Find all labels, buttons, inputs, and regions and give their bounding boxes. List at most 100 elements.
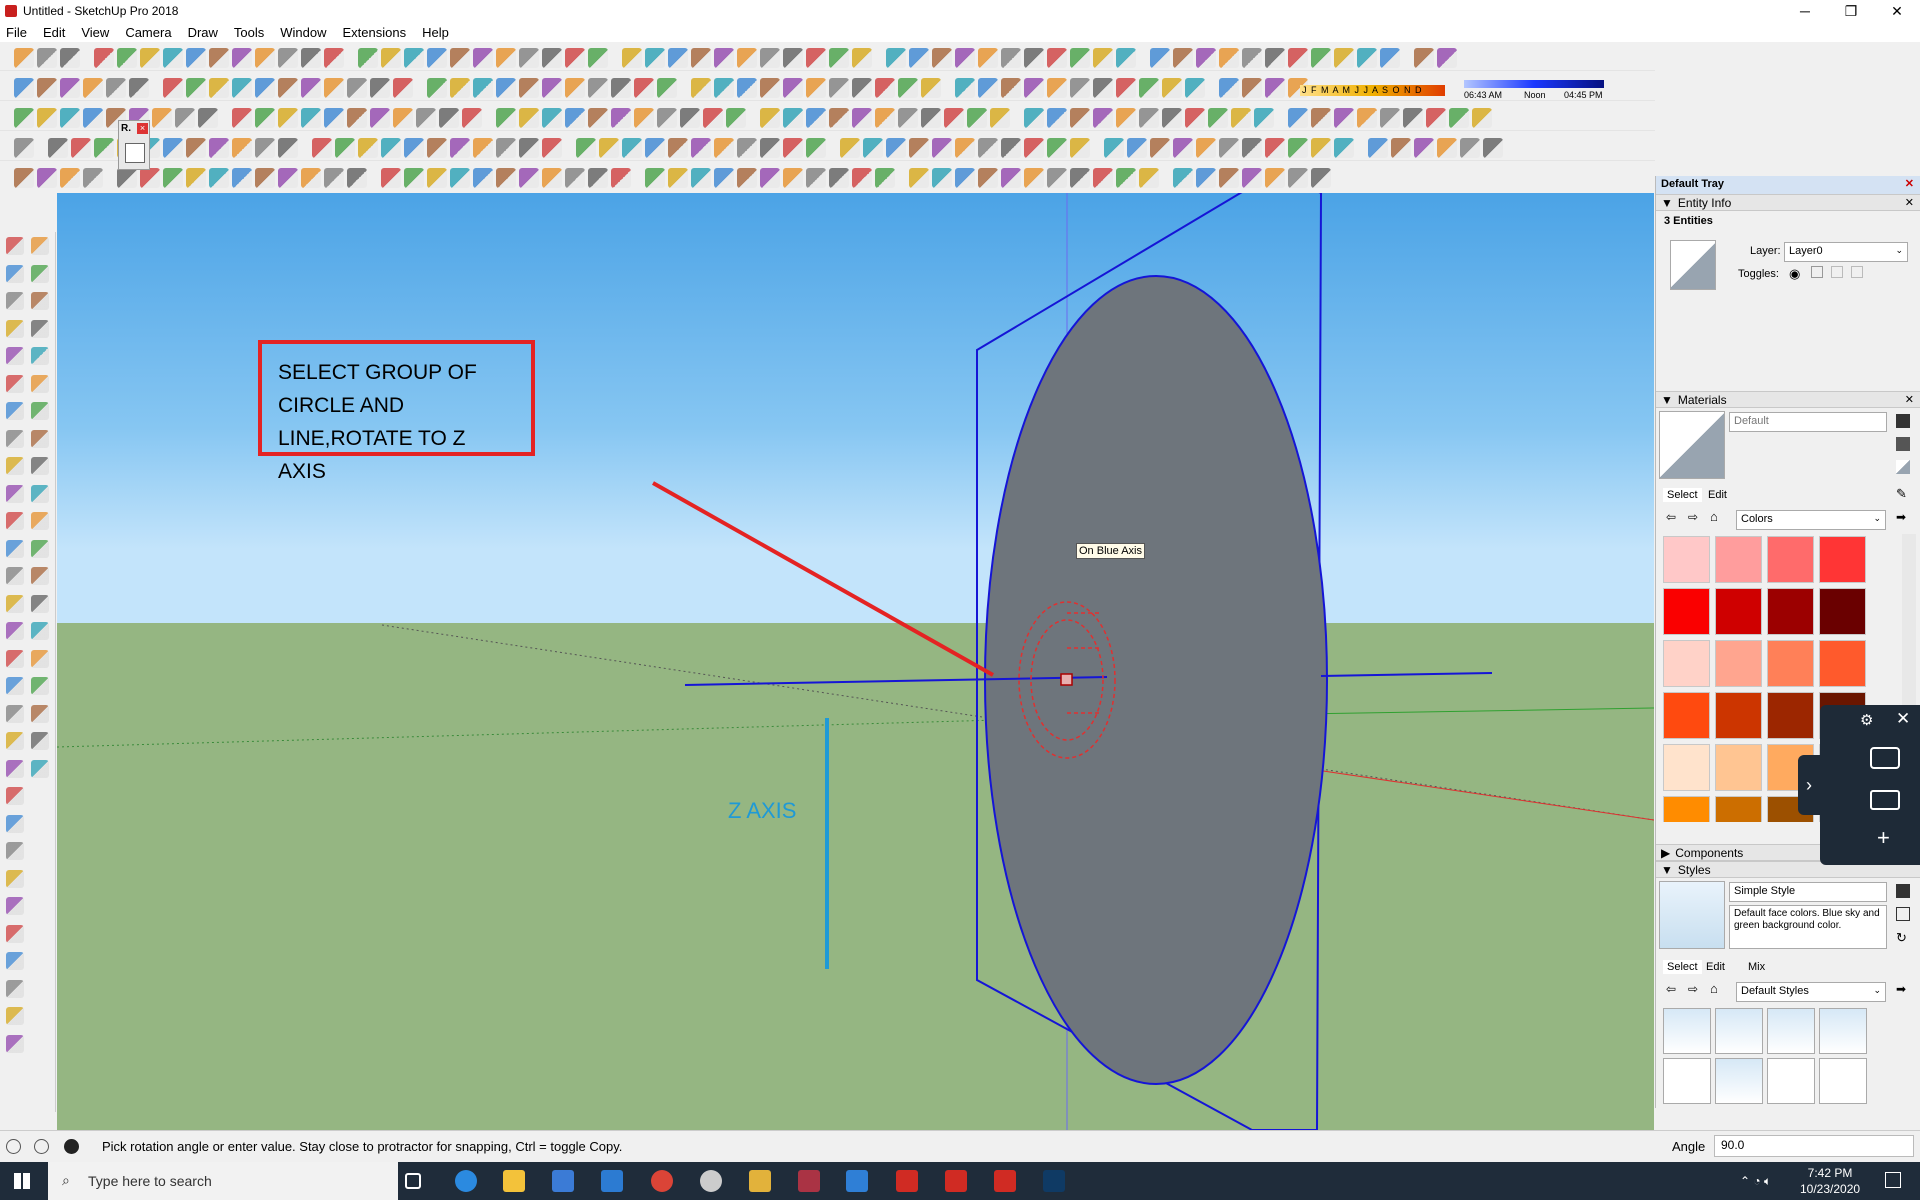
toolbar-tool-icon[interactable]	[37, 107, 57, 128]
material-swatch[interactable]	[1663, 640, 1710, 687]
tool-palette-icon[interactable]	[6, 649, 24, 668]
toolbar-tool-icon[interactable]	[404, 137, 424, 158]
toolbar-tool-icon[interactable]	[404, 47, 424, 68]
toolbar-tool-icon[interactable]	[1334, 47, 1354, 68]
toolbar-tool-icon[interactable]	[496, 47, 516, 68]
toolbar-tool-icon[interactable]	[1357, 107, 1377, 128]
toolbar-tool-icon[interactable]	[806, 47, 826, 68]
toolbar-tool-icon[interactable]	[324, 168, 344, 188]
toolbar-tool-icon[interactable]	[978, 47, 998, 68]
entity-info-header[interactable]: ▼ Entity Info ✕	[1656, 194, 1920, 211]
toolbar-tool-icon[interactable]	[48, 137, 68, 158]
toolbar-tool-icon[interactable]	[806, 168, 826, 188]
system-tray-icons[interactable]: ⌃ ◔ 🔈︎	[1740, 1174, 1771, 1189]
tray-close-icon[interactable]: ✕	[1905, 177, 1914, 190]
toolbar-tool-icon[interactable]	[1070, 47, 1090, 68]
materials-tab-edit[interactable]: Edit	[1708, 489, 1727, 501]
toolbar-tool-icon[interactable]	[1380, 47, 1400, 68]
chevron-right-icon[interactable]: ›	[1798, 755, 1820, 815]
tool-palette-icon[interactable]	[6, 1007, 24, 1025]
toolbar-tool-icon[interactable]	[60, 168, 80, 188]
toolbar-tool-icon[interactable]	[691, 47, 711, 68]
toolbar-tool-icon[interactable]	[152, 107, 172, 128]
toolbar-tool-icon[interactable]	[519, 107, 539, 128]
menu-help[interactable]: Help	[422, 25, 457, 40]
tool-palette-icon[interactable]	[6, 539, 24, 558]
menu-draw[interactable]: Draw	[188, 25, 226, 40]
toolbar-tool-icon[interactable]	[1219, 137, 1239, 158]
toolbar-tool-icon[interactable]	[1368, 137, 1388, 158]
toolbar-tool-icon[interactable]	[71, 137, 91, 158]
toolbar-tool-icon[interactable]	[657, 77, 677, 98]
forward-arrow-icon[interactable]: ⇨	[1688, 982, 1698, 996]
toolbar-tool-icon[interactable]	[301, 77, 321, 98]
material-swatch[interactable]	[1819, 588, 1866, 635]
tool-palette-icon[interactable]	[6, 869, 24, 888]
store-icon[interactable]	[552, 1170, 574, 1192]
toolbar-tool-icon[interactable]	[1391, 137, 1411, 158]
toolbar-tool-icon[interactable]	[886, 47, 906, 68]
tool-palette-icon[interactable]	[31, 594, 49, 613]
material-library-dropdown[interactable]: Colors ⌄	[1736, 510, 1886, 530]
toolbar-tool-icon[interactable]	[691, 77, 711, 98]
recorder-close-icon[interactable]: ✕	[1896, 709, 1910, 729]
toolbar-tool-icon[interactable]	[806, 77, 826, 98]
tool-palette-icon[interactable]	[6, 594, 24, 613]
toolbar-tool-icon[interactable]	[381, 47, 401, 68]
toolbar-tool-icon[interactable]	[1414, 47, 1434, 68]
toolbar-tool-icon[interactable]	[565, 168, 585, 188]
materials-header[interactable]: ▼ Materials ✕	[1656, 391, 1920, 408]
toolbar-tool-icon[interactable]	[1265, 77, 1285, 98]
toolbar-tool-icon[interactable]	[634, 77, 654, 98]
tool-palette-icon[interactable]	[6, 512, 24, 530]
toolbar-tool-icon[interactable]	[381, 137, 401, 158]
toolbar-tool-icon[interactable]	[209, 47, 229, 68]
toolbar-tool-icon[interactable]	[186, 47, 206, 68]
toolbar-tool-icon[interactable]	[806, 107, 826, 128]
toolbar-tool-icon[interactable]	[1162, 77, 1182, 98]
material-swatch[interactable]	[1715, 536, 1762, 583]
toolbar-tool-icon[interactable]	[852, 168, 872, 188]
tool-palette-icon[interactable]	[6, 704, 24, 723]
toolbar-tool-icon[interactable]	[427, 137, 447, 158]
toolbar-tool-icon[interactable]	[978, 137, 998, 158]
toolbar-tool-icon[interactable]	[1288, 168, 1308, 188]
toolbar-tool-icon[interactable]	[611, 168, 631, 188]
video-editor-icon[interactable]	[798, 1170, 820, 1192]
tool-palette-icon[interactable]	[6, 374, 24, 393]
toolbar-tool-icon[interactable]	[1116, 77, 1136, 98]
toolbar-tool-icon[interactable]	[760, 137, 780, 158]
toolbar-tool-icon[interactable]	[278, 107, 298, 128]
toolbar-tool-icon[interactable]	[588, 168, 608, 188]
toolbar-tool-icon[interactable]	[1242, 77, 1262, 98]
toolbar-tool-icon[interactable]	[94, 47, 114, 68]
toolbar-tool-icon[interactable]	[1219, 47, 1239, 68]
toolbar-tool-icon[interactable]	[599, 137, 619, 158]
toolbar-tool-icon[interactable]	[14, 137, 34, 158]
toolbar-tool-icon[interactable]	[955, 77, 975, 98]
toolbar-tool-icon[interactable]	[1288, 107, 1308, 128]
toolbar-tool-icon[interactable]	[1047, 168, 1067, 188]
toolbar-tool-icon[interactable]	[1024, 47, 1044, 68]
menu-file[interactable]: File	[6, 25, 35, 40]
toolbar-tool-icon[interactable]	[1173, 137, 1193, 158]
tool-palette-icon[interactable]	[31, 347, 49, 365]
style-name-field[interactable]: Simple Style	[1729, 882, 1887, 902]
tool-palette-icon[interactable]	[31, 429, 49, 448]
shadow-time-slider[interactable]	[1464, 80, 1604, 88]
toolbar-tool-icon[interactable]	[358, 137, 378, 158]
toolbar-tool-icon[interactable]	[1104, 137, 1124, 158]
toolbar-tool-icon[interactable]	[875, 107, 895, 128]
toolbar-tool-icon[interactable]	[932, 168, 952, 188]
toolbar-tool-icon[interactable]	[921, 77, 941, 98]
toolbar-tool-icon[interactable]	[163, 47, 183, 68]
details-arrow-icon[interactable]: ➡	[1896, 510, 1906, 524]
toolbar-tool-icon[interactable]	[783, 168, 803, 188]
styles-tab-edit[interactable]: Edit	[1706, 961, 1725, 973]
toolbar-tool-icon[interactable]	[680, 107, 700, 128]
material-swatch[interactable]	[1819, 536, 1866, 583]
toolbar-tool-icon[interactable]	[1024, 107, 1044, 128]
toolbar-tool-icon[interactable]	[1185, 107, 1205, 128]
toolbar-tool-icon[interactable]	[255, 137, 275, 158]
close-button[interactable]: ✕	[1874, 0, 1920, 22]
